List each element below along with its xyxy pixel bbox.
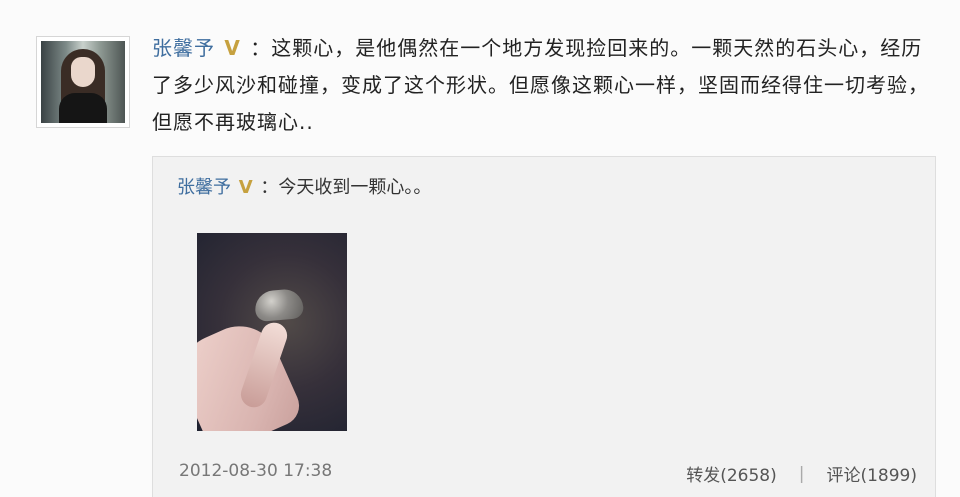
profile-photo[interactable] <box>41 41 125 123</box>
post-text: 张馨予 V ：这颗心，是他偶然在一个地方发现捡回来的。一颗天然的石头心，经历了多… <box>152 30 942 141</box>
post-actions: 转发(2658) | 评论(1899) <box>686 461 917 487</box>
forward-button[interactable]: 转发(2658) <box>686 461 777 486</box>
post-content: 张馨予 V ：这颗心，是他偶然在一个地方发现捡回来的。一颗天然的石头心，经历了多… <box>152 30 942 141</box>
verified-icon: V <box>224 36 241 60</box>
post-image[interactable] <box>197 233 347 431</box>
user-avatar[interactable] <box>36 36 130 128</box>
repost-body: ：今天收到一颗心。。 <box>260 177 432 198</box>
action-divider: | <box>798 463 805 484</box>
body-shape <box>59 93 107 123</box>
repost-author-name[interactable]: 张馨予 <box>177 177 231 198</box>
weibo-post-card: 张馨予 V ：这颗心，是他偶然在一个地方发现捡回来的。一颗天然的石头心，经历了多… <box>0 0 960 497</box>
post-body: ：这颗心，是他偶然在一个地方发现捡回来的。一颗天然的石头心，经历了多少风沙和碰撞… <box>152 36 929 134</box>
face-shape <box>71 57 95 87</box>
heart-stone-shape <box>253 287 305 323</box>
comment-button[interactable]: 评论(1899) <box>826 461 917 486</box>
reposted-message: 张馨予 V ：今天收到一颗心。。 2012-08-30 17:38 转发(265… <box>152 156 936 497</box>
repost-line: 张馨予 V ：今天收到一颗心。。 <box>177 173 431 199</box>
author-name[interactable]: 张馨予 <box>152 36 215 60</box>
repost-verified-icon: V <box>238 177 253 198</box>
post-timestamp[interactable]: 2012-08-30 17:38 <box>179 461 332 481</box>
